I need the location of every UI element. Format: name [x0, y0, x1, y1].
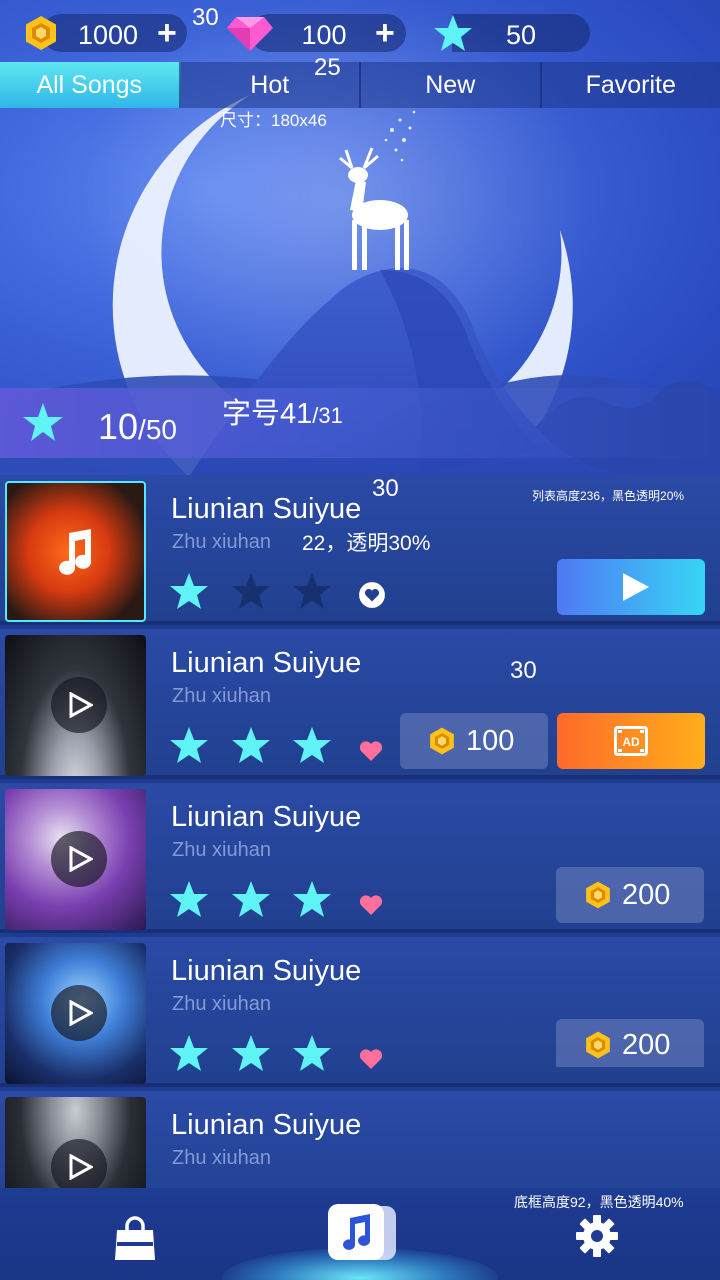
buy-coins-button[interactable]: 200	[556, 1019, 704, 1067]
buy-coins-button[interactable]: 200	[556, 867, 704, 923]
star-filled-icon	[170, 727, 208, 763]
gems-value: 100	[301, 20, 347, 50]
annotation-title-gap: 30	[372, 475, 399, 502]
annotation-list: 列表高度236，黑色透明20%	[532, 489, 685, 503]
music-note-icon	[59, 529, 92, 575]
album-cover[interactable]	[5, 789, 146, 930]
annotation-button-gap: 30	[510, 657, 537, 684]
tab-favorite[interactable]: Favorite	[541, 62, 720, 108]
song-row[interactable]: Liunian Suiyue Zhu xiuhan 200	[0, 937, 720, 1087]
play-icon	[69, 692, 93, 718]
play-icon	[69, 1000, 93, 1026]
music-note-icon	[343, 1214, 371, 1250]
tab-new[interactable]: New	[361, 62, 542, 108]
song-artist: Zhu xiuhan	[172, 993, 271, 1015]
add-gems-button[interactable]: +	[375, 14, 395, 52]
progress-current: 10/50	[98, 406, 177, 448]
song-title: Liunian Suiyue	[171, 647, 362, 679]
annotation-font-small: /31	[312, 403, 343, 428]
song-list[interactable]: Liunian Suiyue Zhu xiuhan 30 22，透明30% 列表…	[0, 475, 720, 1190]
annotation-size: 尺寸：180x46	[220, 111, 327, 130]
currency-gems: 100 +	[226, 14, 406, 52]
currency-coins: 1000 +	[22, 14, 187, 52]
star-empty-icon	[232, 573, 270, 609]
star-filled-icon	[170, 881, 208, 917]
price-value: 200	[622, 1029, 671, 1061]
star-empty-icon	[293, 573, 331, 609]
price-value: 100	[466, 725, 515, 757]
heart-filled-icon[interactable]	[358, 1047, 384, 1071]
music-tab-tile	[328, 1204, 384, 1260]
song-row[interactable]: Liunian Suiyue Zhu xiuhan 100 AD 30	[0, 629, 720, 779]
song-row[interactable]: Liunian Suiyue Zhu xiuhan 200	[0, 783, 720, 933]
buy-coins-button[interactable]: 100	[400, 713, 548, 769]
annotation-bottom: 底框高度92，黑色透明40%	[514, 1194, 684, 1210]
song-artist: Zhu xiuhan	[172, 1147, 271, 1169]
gem-icon	[227, 17, 273, 51]
song-row[interactable]: Liunian Suiyue Zhu xiuhan	[0, 1091, 720, 1190]
star-filled-icon	[293, 881, 331, 917]
star-filled-icon	[232, 881, 270, 917]
watch-ad-button[interactable]: AD	[557, 713, 705, 769]
coin-icon	[586, 881, 610, 909]
shop-bag-icon[interactable]	[113, 1214, 157, 1264]
annotation-font: 25	[314, 54, 341, 81]
currency-stars: 50	[432, 14, 592, 52]
heart-filled-icon[interactable]	[358, 893, 384, 917]
add-coins-button[interactable]: +	[157, 14, 177, 52]
annotation-font-size: 字号41/31	[222, 390, 343, 432]
album-cover[interactable]	[5, 635, 146, 776]
song-title: Liunian Suiyue	[171, 955, 362, 987]
progress-current-value: 10	[98, 406, 139, 447]
heart-filled-icon[interactable]	[358, 739, 384, 763]
progress-total-value: /50	[138, 414, 177, 445]
progress-star-icon	[23, 403, 63, 441]
star-icon	[434, 15, 472, 51]
gear-icon[interactable]	[574, 1213, 620, 1259]
play-overlay[interactable]	[51, 831, 107, 887]
heart-outline-icon[interactable]	[358, 581, 386, 609]
star-filled-icon	[232, 1035, 270, 1071]
play-overlay[interactable]	[51, 1139, 107, 1190]
song-tabs: All Songs Hot New Favorite	[0, 62, 720, 108]
play-icon	[69, 1154, 93, 1180]
annotation-artist: 22，透明30%	[302, 532, 431, 555]
play-icon	[623, 573, 649, 601]
song-row[interactable]: Liunian Suiyue Zhu xiuhan 30 22，透明30% 列表…	[0, 475, 720, 625]
song-artist: Zhu xiuhan	[172, 531, 271, 553]
price-value: 200	[622, 879, 671, 911]
album-cover[interactable]	[5, 481, 146, 622]
tab-all-songs[interactable]: All Songs	[0, 62, 181, 108]
album-cover[interactable]	[5, 943, 146, 1084]
play-overlay[interactable]	[51, 985, 107, 1041]
stars-value: 50	[505, 20, 537, 50]
coins-value: 1000	[77, 20, 139, 50]
ad-video-icon: AD	[614, 726, 648, 756]
play-button[interactable]	[557, 559, 705, 615]
star-filled-icon	[170, 1035, 208, 1071]
svg-text:AD: AD	[622, 735, 640, 749]
coin-icon	[586, 1031, 610, 1059]
album-cover[interactable]	[5, 1097, 146, 1190]
play-overlay[interactable]	[51, 677, 107, 733]
song-artist: Zhu xiuhan	[172, 839, 271, 861]
star-filled-icon	[293, 1035, 331, 1071]
song-title: Liunian Suiyue	[171, 801, 362, 833]
star-filled-icon	[232, 727, 270, 763]
star-filled-icon	[170, 573, 208, 609]
coin-icon	[26, 16, 56, 50]
song-artist: Zhu xiuhan	[172, 685, 271, 707]
coin-icon	[430, 727, 454, 755]
annotation-font-main: 字号41	[222, 398, 313, 430]
play-icon	[69, 846, 93, 872]
song-title: Liunian Suiyue	[171, 493, 362, 525]
star-filled-icon	[293, 727, 331, 763]
song-title: Liunian Suiyue	[171, 1109, 362, 1141]
music-tab-button[interactable]	[328, 1204, 396, 1262]
annotation-gap: 30	[192, 4, 219, 31]
